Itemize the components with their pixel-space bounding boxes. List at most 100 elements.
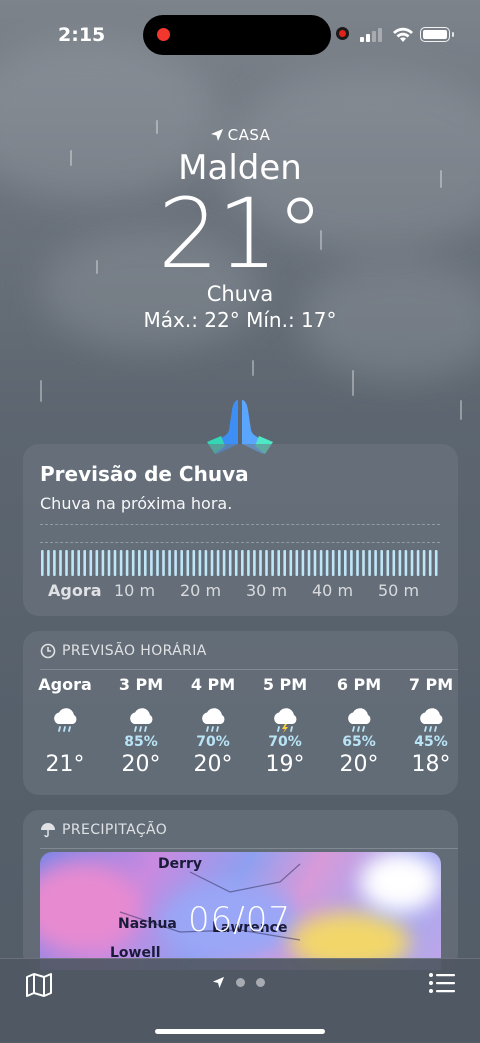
precip-bar: [168, 550, 171, 576]
hourly-item: 6 PM 65% 20°: [329, 675, 389, 777]
umbrella-icon: [41, 823, 55, 838]
high-low-temperature: Máx.: 22° Mín.: 17°: [143, 308, 337, 332]
precip-bar: [301, 550, 305, 576]
location-label: CASA: [0, 126, 480, 144]
tick-label: 40 m: [312, 581, 354, 600]
map-label-city: Derry: [158, 856, 203, 872]
precip-bar: [362, 550, 365, 576]
precip-bar: [210, 550, 214, 576]
precip-bar: [356, 550, 359, 576]
tick-label: 10 m: [114, 581, 156, 600]
location-name: CASA: [227, 126, 271, 144]
precip-bar: [83, 550, 86, 576]
precip-bar: [150, 550, 153, 576]
hourly-item: 4 PM 70% 20°: [183, 675, 243, 777]
map-icon[interactable]: [25, 972, 53, 998]
precip-bar: [416, 550, 420, 576]
bottom-toolbar: [0, 958, 480, 1043]
cloud-bolt-rain-icon: [255, 702, 315, 734]
precip-chance: 65%: [342, 734, 376, 750]
cloud-rain-icon: [329, 702, 389, 734]
hour-temperature: 18°: [411, 752, 451, 777]
precip-bar: [386, 550, 390, 576]
page-dot[interactable]: [236, 978, 245, 987]
precip-bar: [156, 550, 159, 576]
precip-bar: [398, 550, 402, 576]
hourly-forecast-card[interactable]: PREVISÃO HORÁRIA Agora 21° 3 PM 85% 20° 4 PM 7…: [23, 631, 458, 795]
precip-bar: [434, 550, 438, 576]
precipitation-title: PRECIPITAÇÃO: [62, 822, 168, 838]
clock-icon: [40, 643, 56, 659]
list-icon[interactable]: [428, 971, 456, 995]
cloud-rain-icon: [111, 702, 171, 734]
tick-label: 50 m: [378, 581, 420, 600]
precip-bar: [253, 550, 256, 576]
precip-bar: [259, 550, 262, 576]
precip-bar: [277, 550, 280, 576]
status-bar: 2:15: [0, 15, 480, 55]
precip-bar: [77, 550, 80, 576]
precip-bar: [125, 550, 129, 576]
precip-bar: [71, 550, 74, 576]
precip-bar: [101, 550, 105, 576]
precip-bar: [271, 550, 274, 576]
location-arrow-icon: [210, 129, 223, 141]
precip-bar: [422, 550, 426, 576]
precip-bar: [404, 550, 408, 576]
tick-label: 30 m: [246, 581, 288, 600]
precip-chance: [35, 734, 95, 750]
precip-bar: [325, 550, 329, 576]
precip-bar: [162, 550, 165, 576]
precip-bar: [331, 550, 335, 576]
precip-chance: 85%: [124, 734, 158, 750]
precip-bar: [41, 550, 44, 576]
rain-forecast-title: Previsão de Chuva: [40, 462, 249, 486]
precip-bar: [107, 550, 111, 576]
chart-gridline: [40, 524, 440, 525]
battery-icon: [420, 27, 454, 42]
recording-dot-icon: [339, 30, 346, 37]
precip-bar: [350, 550, 353, 576]
rain-forecast-card[interactable]: Previsão de Chuva Chuva na próxima hora.…: [23, 444, 458, 616]
precip-bar: [368, 550, 371, 576]
precip-bar: [180, 550, 183, 576]
precip-bar: [392, 550, 396, 576]
precip-bar: [131, 550, 135, 576]
precip-bar: [338, 550, 341, 576]
precip-bar: [307, 550, 311, 576]
hour-temperature: 20°: [339, 752, 379, 777]
cellular-signal-icon: [360, 28, 382, 42]
precip-bar: [313, 550, 317, 576]
precip-bar: [410, 550, 414, 576]
precip-bar: [59, 550, 62, 576]
page-dot[interactable]: [256, 978, 265, 987]
precip-bar: [283, 550, 286, 576]
hour-label: 5 PM: [262, 675, 308, 694]
precip-bar: [186, 550, 190, 576]
precip-bar: [234, 550, 238, 576]
precip-bar: [380, 550, 383, 576]
location-arrow-icon[interactable]: [212, 976, 225, 989]
precip-bar: [119, 550, 123, 576]
precip-bar: [428, 550, 432, 576]
hour-temperature: 20°: [193, 752, 233, 777]
precip-bar: [374, 550, 377, 576]
cloud-rain-icon: [35, 702, 95, 734]
hourly-item: 3 PM 85% 20°: [111, 675, 171, 777]
precip-chance: 70%: [268, 734, 302, 750]
map-date: 06/07: [188, 900, 291, 940]
chart-gridline: [40, 542, 440, 543]
precip-bar: [289, 550, 293, 576]
hourly-item: Agora 21°: [35, 675, 95, 777]
current-temperature: 21°: [157, 178, 324, 290]
precip-bar: [319, 550, 323, 576]
hourly-item: 5 PM 70% 19°: [255, 675, 315, 777]
page-indicator[interactable]: [212, 976, 265, 989]
precipitation-card[interactable]: PRECIPITAÇÃO Derry Nashua Lawrence Lowel…: [23, 810, 458, 970]
home-indicator[interactable]: [155, 1029, 325, 1034]
precip-bar: [144, 550, 147, 576]
precipitation-map[interactable]: Derry Nashua Lawrence Lowell 06/07: [40, 852, 441, 970]
precip-bar: [174, 550, 177, 576]
map-label-city: Nashua: [118, 916, 177, 932]
precip-bar: [241, 550, 244, 576]
